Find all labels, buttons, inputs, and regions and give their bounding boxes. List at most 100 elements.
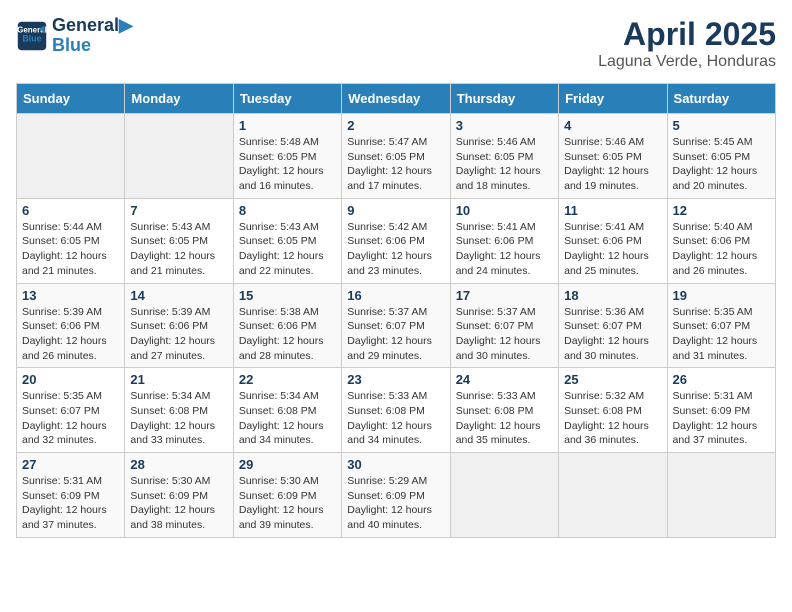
day-info: Sunrise: 5:46 AMSunset: 6:05 PMDaylight:…	[564, 136, 649, 192]
calendar-cell: 28 Sunrise: 5:30 AMSunset: 6:09 PMDaylig…	[125, 453, 233, 538]
day-number: 22	[239, 372, 336, 387]
day-info: Sunrise: 5:46 AMSunset: 6:05 PMDaylight:…	[456, 136, 541, 192]
calendar-row: 13 Sunrise: 5:39 AMSunset: 6:06 PMDaylig…	[17, 283, 776, 368]
day-info: Sunrise: 5:47 AMSunset: 6:05 PMDaylight:…	[347, 136, 432, 192]
day-info: Sunrise: 5:44 AMSunset: 6:05 PMDaylight:…	[22, 221, 107, 277]
day-number: 29	[239, 457, 336, 472]
day-info: Sunrise: 5:43 AMSunset: 6:05 PMDaylight:…	[130, 221, 215, 277]
calendar-cell: 19 Sunrise: 5:35 AMSunset: 6:07 PMDaylig…	[667, 283, 775, 368]
calendar-cell: 29 Sunrise: 5:30 AMSunset: 6:09 PMDaylig…	[233, 453, 341, 538]
calendar-cell: 11 Sunrise: 5:41 AMSunset: 6:06 PMDaylig…	[559, 198, 667, 283]
day-number: 27	[22, 457, 119, 472]
day-number: 13	[22, 288, 119, 303]
subtitle: Laguna Verde, Honduras	[598, 53, 776, 71]
calendar-cell: 23 Sunrise: 5:33 AMSunset: 6:08 PMDaylig…	[342, 368, 450, 453]
calendar-cell: 13 Sunrise: 5:39 AMSunset: 6:06 PMDaylig…	[17, 283, 125, 368]
day-info: Sunrise: 5:34 AMSunset: 6:08 PMDaylight:…	[130, 390, 215, 446]
day-number: 3	[456, 118, 553, 133]
calendar-row: 20 Sunrise: 5:35 AMSunset: 6:07 PMDaylig…	[17, 368, 776, 453]
day-info: Sunrise: 5:30 AMSunset: 6:09 PMDaylight:…	[130, 475, 215, 531]
day-number: 1	[239, 118, 336, 133]
calendar-row: 27 Sunrise: 5:31 AMSunset: 6:09 PMDaylig…	[17, 453, 776, 538]
day-number: 7	[130, 203, 227, 218]
calendar-cell	[125, 114, 233, 199]
header-cell-friday: Friday	[559, 84, 667, 114]
day-info: Sunrise: 5:40 AMSunset: 6:06 PMDaylight:…	[673, 221, 758, 277]
logo-icon: General Blue	[16, 20, 48, 52]
header-cell-wednesday: Wednesday	[342, 84, 450, 114]
day-info: Sunrise: 5:31 AMSunset: 6:09 PMDaylight:…	[673, 390, 758, 446]
day-info: Sunrise: 5:38 AMSunset: 6:06 PMDaylight:…	[239, 306, 324, 362]
day-number: 20	[22, 372, 119, 387]
calendar-cell: 5 Sunrise: 5:45 AMSunset: 6:05 PMDayligh…	[667, 114, 775, 199]
calendar-cell: 27 Sunrise: 5:31 AMSunset: 6:09 PMDaylig…	[17, 453, 125, 538]
calendar-cell: 24 Sunrise: 5:33 AMSunset: 6:08 PMDaylig…	[450, 368, 558, 453]
day-info: Sunrise: 5:39 AMSunset: 6:06 PMDaylight:…	[130, 306, 215, 362]
calendar-cell	[17, 114, 125, 199]
day-info: Sunrise: 5:39 AMSunset: 6:06 PMDaylight:…	[22, 306, 107, 362]
day-number: 21	[130, 372, 227, 387]
day-info: Sunrise: 5:36 AMSunset: 6:07 PMDaylight:…	[564, 306, 649, 362]
day-info: Sunrise: 5:30 AMSunset: 6:09 PMDaylight:…	[239, 475, 324, 531]
header-cell-tuesday: Tuesday	[233, 84, 341, 114]
day-info: Sunrise: 5:35 AMSunset: 6:07 PMDaylight:…	[673, 306, 758, 362]
day-info: Sunrise: 5:32 AMSunset: 6:08 PMDaylight:…	[564, 390, 649, 446]
day-number: 2	[347, 118, 444, 133]
calendar-cell: 3 Sunrise: 5:46 AMSunset: 6:05 PMDayligh…	[450, 114, 558, 199]
day-number: 8	[239, 203, 336, 218]
day-info: Sunrise: 5:33 AMSunset: 6:08 PMDaylight:…	[456, 390, 541, 446]
calendar-table: SundayMondayTuesdayWednesdayThursdayFrid…	[16, 83, 776, 538]
day-number: 26	[673, 372, 770, 387]
calendar-cell: 25 Sunrise: 5:32 AMSunset: 6:08 PMDaylig…	[559, 368, 667, 453]
day-number: 10	[456, 203, 553, 218]
day-info: Sunrise: 5:35 AMSunset: 6:07 PMDaylight:…	[22, 390, 107, 446]
day-number: 28	[130, 457, 227, 472]
day-info: Sunrise: 5:41 AMSunset: 6:06 PMDaylight:…	[456, 221, 541, 277]
header-cell-sunday: Sunday	[17, 84, 125, 114]
day-number: 18	[564, 288, 661, 303]
day-number: 5	[673, 118, 770, 133]
day-number: 19	[673, 288, 770, 303]
day-number: 9	[347, 203, 444, 218]
header-row: SundayMondayTuesdayWednesdayThursdayFrid…	[17, 84, 776, 114]
calendar-cell: 26 Sunrise: 5:31 AMSunset: 6:09 PMDaylig…	[667, 368, 775, 453]
day-info: Sunrise: 5:29 AMSunset: 6:09 PMDaylight:…	[347, 475, 432, 531]
calendar-cell: 4 Sunrise: 5:46 AMSunset: 6:05 PMDayligh…	[559, 114, 667, 199]
calendar-cell: 16 Sunrise: 5:37 AMSunset: 6:07 PMDaylig…	[342, 283, 450, 368]
calendar-cell: 2 Sunrise: 5:47 AMSunset: 6:05 PMDayligh…	[342, 114, 450, 199]
calendar-cell: 8 Sunrise: 5:43 AMSunset: 6:05 PMDayligh…	[233, 198, 341, 283]
calendar-cell: 17 Sunrise: 5:37 AMSunset: 6:07 PMDaylig…	[450, 283, 558, 368]
day-number: 11	[564, 203, 661, 218]
day-info: Sunrise: 5:45 AMSunset: 6:05 PMDaylight:…	[673, 136, 758, 192]
calendar-cell: 15 Sunrise: 5:38 AMSunset: 6:06 PMDaylig…	[233, 283, 341, 368]
logo-text: General▶ Blue	[52, 16, 133, 56]
calendar-cell: 18 Sunrise: 5:36 AMSunset: 6:07 PMDaylig…	[559, 283, 667, 368]
day-number: 15	[239, 288, 336, 303]
day-info: Sunrise: 5:31 AMSunset: 6:09 PMDaylight:…	[22, 475, 107, 531]
header-cell-thursday: Thursday	[450, 84, 558, 114]
calendar-cell: 14 Sunrise: 5:39 AMSunset: 6:06 PMDaylig…	[125, 283, 233, 368]
calendar-cell: 22 Sunrise: 5:34 AMSunset: 6:08 PMDaylig…	[233, 368, 341, 453]
day-number: 12	[673, 203, 770, 218]
day-info: Sunrise: 5:34 AMSunset: 6:08 PMDaylight:…	[239, 390, 324, 446]
calendar-row: 1 Sunrise: 5:48 AMSunset: 6:05 PMDayligh…	[17, 114, 776, 199]
day-info: Sunrise: 5:48 AMSunset: 6:05 PMDaylight:…	[239, 136, 324, 192]
calendar-cell	[559, 453, 667, 538]
day-info: Sunrise: 5:33 AMSunset: 6:08 PMDaylight:…	[347, 390, 432, 446]
calendar-cell: 1 Sunrise: 5:48 AMSunset: 6:05 PMDayligh…	[233, 114, 341, 199]
day-number: 23	[347, 372, 444, 387]
day-info: Sunrise: 5:41 AMSunset: 6:06 PMDaylight:…	[564, 221, 649, 277]
logo: General Blue General▶ Blue	[16, 16, 133, 56]
header-cell-monday: Monday	[125, 84, 233, 114]
calendar-cell: 10 Sunrise: 5:41 AMSunset: 6:06 PMDaylig…	[450, 198, 558, 283]
day-number: 30	[347, 457, 444, 472]
day-number: 14	[130, 288, 227, 303]
calendar-cell: 6 Sunrise: 5:44 AMSunset: 6:05 PMDayligh…	[17, 198, 125, 283]
day-number: 16	[347, 288, 444, 303]
calendar-cell	[667, 453, 775, 538]
day-info: Sunrise: 5:37 AMSunset: 6:07 PMDaylight:…	[456, 306, 541, 362]
calendar-cell: 21 Sunrise: 5:34 AMSunset: 6:08 PMDaylig…	[125, 368, 233, 453]
day-info: Sunrise: 5:37 AMSunset: 6:07 PMDaylight:…	[347, 306, 432, 362]
main-title: April 2025	[598, 16, 776, 53]
title-area: April 2025 Laguna Verde, Honduras	[598, 16, 776, 71]
